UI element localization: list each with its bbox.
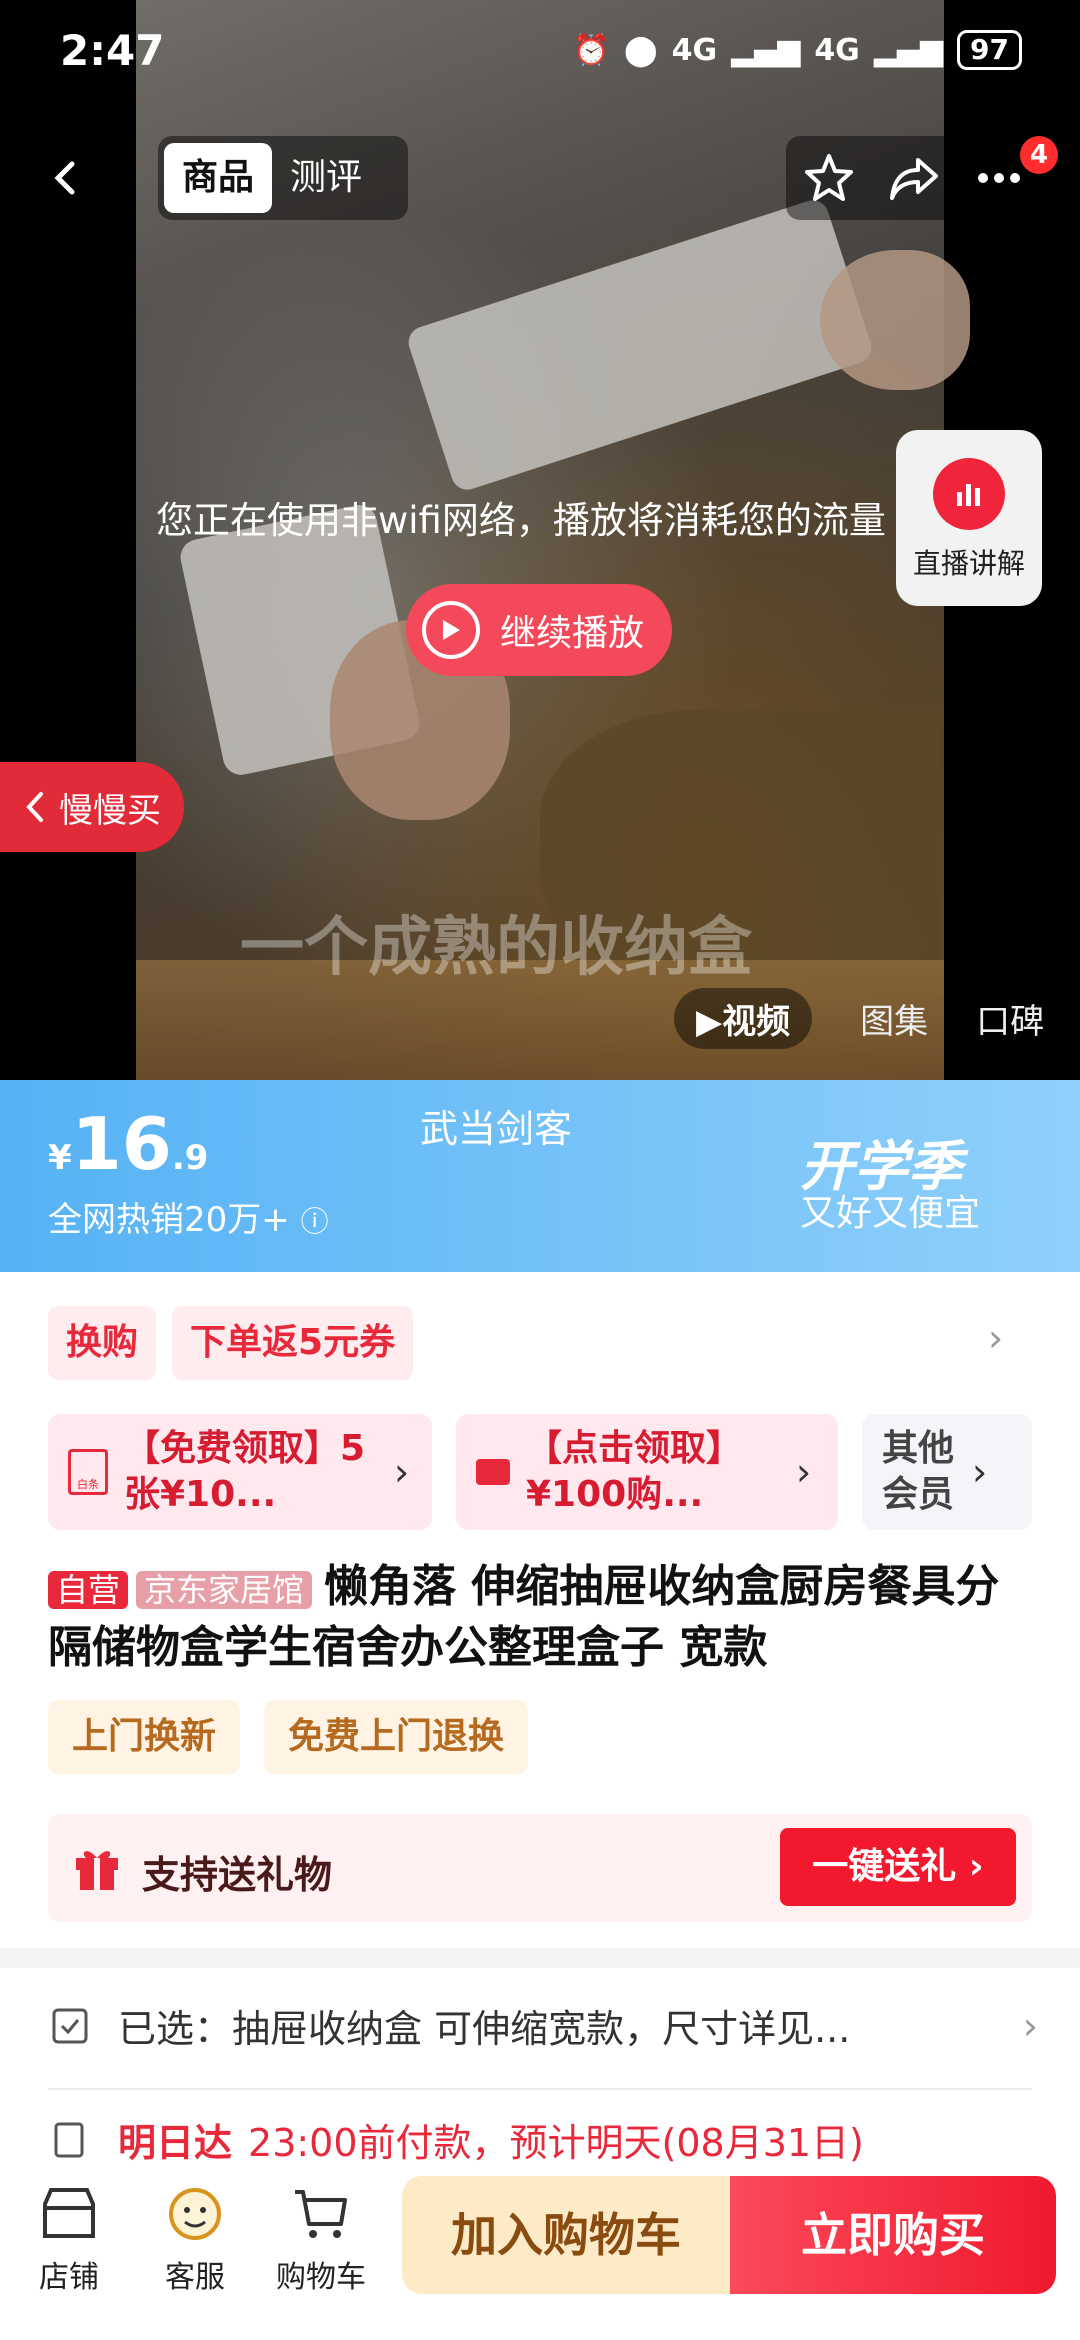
video-caption: 一个成熟的收纳盒: [240, 911, 752, 985]
back-button[interactable]: [24, 136, 108, 220]
send-gift-button[interactable]: 一键送礼 ›: [780, 1828, 1016, 1906]
play-icon: [422, 601, 480, 659]
service-tag-return[interactable]: 免费上门退换: [264, 1700, 529, 1774]
product-info-card: 换购 下单返5元券 › 白条 【免费领取】5张¥10... › 【点击领取】¥1…: [0, 1272, 1080, 1948]
signal-label-2: 4G: [814, 32, 860, 68]
coupon-click[interactable]: 【点击领取】¥100购... ›: [456, 1414, 838, 1530]
shop-tag: 京东家居馆: [136, 1571, 313, 1609]
media-tab-reviews[interactable]: 口碑: [976, 994, 1044, 1043]
cart-icon: [266, 2182, 376, 2246]
delivery-text: 23:00前付款，预计明天(08月31日): [248, 2121, 864, 2165]
tab-review[interactable]: 测评: [272, 143, 380, 213]
info-icon[interactable]: ⓘ: [301, 1205, 329, 1238]
sold-count: 全网热销20万+ ⓘ: [48, 1192, 329, 1241]
promo-chip-coupon[interactable]: 下单返5元券: [172, 1306, 414, 1380]
brand-name: 武当剑客: [420, 1107, 573, 1151]
slow-buy-button[interactable]: 慢慢买: [0, 762, 184, 852]
delivery-icon: [54, 2122, 84, 2157]
wifi-notice: 您正在使用非wifi网络，播放将消耗您的流量: [156, 499, 886, 542]
coupon-click-text: 【点击领取】¥100购...: [526, 1428, 743, 1515]
header-actions: [786, 136, 1042, 220]
more-icon[interactable]: [971, 150, 1027, 206]
promo-chips: 换购 下单返5元券: [48, 1306, 414, 1380]
price-currency: ¥: [48, 1138, 72, 1178]
tab-product[interactable]: 商品: [164, 143, 273, 213]
self-operated-tag: 自营: [48, 1571, 129, 1609]
other-member-button[interactable]: 其他会员 ›: [862, 1414, 1032, 1530]
customer-service-label: 客服: [165, 2260, 225, 2295]
send-gift-label: 一键送礼: [812, 1846, 957, 1887]
chevron-right-icon: ›: [394, 1450, 410, 1494]
store-icon: [14, 2182, 124, 2246]
customer-service-button[interactable]: 客服: [140, 2182, 250, 2296]
status-bar: 2:47 ⏰ ⬤ 4G ▂▄▆ 4G ▂▄▆ 97: [0, 0, 1080, 100]
price-banner: ¥16.9 全网热销20万+ ⓘ 武当剑客 开学季 又好又便宜: [0, 1080, 1080, 1272]
selection-icon: [52, 2008, 88, 2043]
signal-icon: ▂▄▆: [731, 32, 801, 68]
chevron-left-icon: [54, 161, 75, 195]
slow-buy-label: 慢慢买: [59, 790, 161, 831]
promo-chip-exchange[interactable]: 换购: [48, 1306, 157, 1380]
chevron-right-icon: ›: [1022, 2003, 1038, 2048]
signal-icon: ▂▄▆: [873, 32, 944, 68]
season-subtitle: 又好又便宜: [800, 1193, 981, 1234]
live-label: 直播讲解: [912, 547, 1025, 580]
continue-play-button[interactable]: 继续播放: [406, 584, 672, 676]
media-tab-video[interactable]: ▶视频: [674, 987, 813, 1049]
delivery-row[interactable]: 明日达 23:00前付款，预计明天(08月31日): [48, 2112, 864, 2167]
gift-icon: [76, 1851, 118, 1890]
play-icon: ▶: [696, 1001, 723, 1042]
buy-now-button[interactable]: 立即购买: [730, 2176, 1056, 2294]
coupon-free-text: 【免费领取】5张¥10...: [124, 1428, 366, 1515]
gift-text: 支持送礼物: [142, 1853, 333, 1897]
service-tags: 上门换新 免费上门退换: [48, 1700, 529, 1774]
other-member-label: 其他会员: [882, 1428, 955, 1515]
location-icon: ⬤: [624, 32, 658, 68]
divider: [48, 2088, 1032, 2090]
selection-card: 已选：抽屉收纳盒 可伸缩宽款，尺寸详见... › 明日达 23:00前付款，预计…: [0, 1968, 1080, 2200]
price-decimal: .9: [171, 1138, 209, 1178]
notification-badge: 4: [1020, 136, 1058, 174]
chevron-right-icon[interactable]: ›: [988, 1316, 1003, 1360]
card-icon: [476, 1459, 510, 1485]
media-tabs: ▶视频 图集 口碑: [674, 982, 1044, 1054]
continue-play-label: 继续播放: [500, 613, 645, 654]
price-integer: 16: [71, 1102, 172, 1186]
delivery-tag: 明日达: [118, 2121, 233, 2165]
header-tabs: 商品 测评: [158, 136, 408, 220]
status-time: 2:47: [60, 26, 165, 75]
coupon-free[interactable]: 白条 【免费领取】5张¥10... ›: [48, 1414, 432, 1530]
cart-button[interactable]: 购物车: [266, 2182, 376, 2296]
selected-spec-text: 已选：抽屉收纳盒 可伸缩宽款，尺寸详见...: [118, 2007, 851, 2051]
chevron-left-icon: [26, 792, 43, 822]
alarm-icon: ⏰: [572, 32, 611, 68]
chevron-right-icon: ›: [796, 1450, 812, 1494]
signal-label-1: 4G: [671, 32, 718, 68]
share-icon[interactable]: [886, 150, 942, 206]
live-icon: [933, 458, 1005, 530]
media-tab-video-label: 视频: [722, 1001, 791, 1042]
sold-count-text: 全网热销20万+: [48, 1200, 290, 1240]
bottom-action-bar: 店铺 客服 购物车 加入购物车 立即购买: [0, 2170, 1080, 2340]
battery-indicator: 97: [957, 30, 1022, 70]
media-tab-gallery[interactable]: 图集: [860, 994, 928, 1043]
cart-label: 购物车: [276, 2260, 366, 2295]
product-title: 自营 京东家居馆 懒角落 伸缩抽屉收纳盒厨房餐具分隔储物盒学生宿舍办公整理盒子 宽款: [48, 1558, 1038, 1677]
chevron-right-icon: ›: [972, 1450, 988, 1494]
gift-bar: 支持送礼物 一键送礼 ›: [48, 1814, 1032, 1922]
store-button[interactable]: 店铺: [14, 2182, 124, 2296]
baitiao-icon: 白条: [68, 1449, 108, 1495]
live-explain-button[interactable]: 直播讲解: [896, 430, 1042, 606]
add-to-cart-button[interactable]: 加入购物车: [402, 2176, 730, 2294]
store-label: 店铺: [39, 2260, 99, 2295]
selected-spec-row[interactable]: 已选：抽屉收纳盒 可伸缩宽款，尺寸详见... ›: [48, 1998, 1038, 2053]
service-tag-replace[interactable]: 上门换新: [48, 1700, 241, 1774]
status-icons: ⏰ ⬤ 4G ▂▄▆ 4G ▂▄▆ 97: [573, 30, 1022, 70]
price: ¥16.9: [48, 1102, 208, 1186]
star-icon[interactable]: [801, 150, 857, 206]
customer-service-icon: [140, 2182, 250, 2246]
